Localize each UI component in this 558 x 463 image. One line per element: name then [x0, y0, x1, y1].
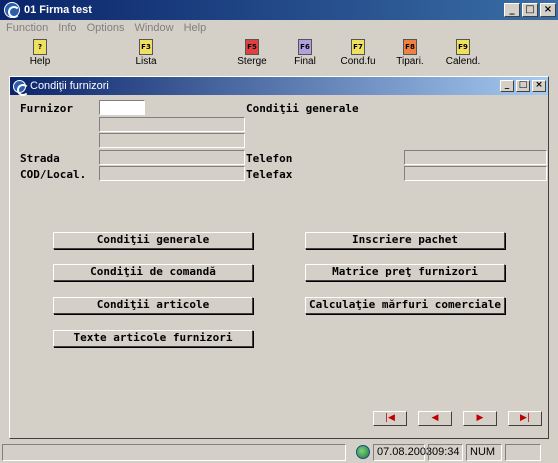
globe-icon	[356, 445, 370, 459]
child-titlebar: Condiţii furnizori _ □ ×	[10, 77, 548, 96]
furnizor-name-line2	[99, 133, 245, 148]
next-icon: ▶	[476, 413, 484, 423]
toolbar-lista-button[interactable]: F3 Lista	[120, 37, 172, 71]
f5-key-icon: F5	[245, 39, 259, 55]
help-icon: ?	[33, 39, 47, 55]
conditii-articole-button[interactable]: Condiţii articole	[53, 297, 253, 314]
last-icon: ▶|	[520, 413, 530, 423]
num-lock-indicator: NUM	[470, 446, 496, 458]
menu-help[interactable]: Help	[184, 22, 207, 34]
conditii-generale-button[interactable]: Condiţii generale	[53, 232, 253, 249]
f8-key-icon: F8	[403, 39, 417, 55]
toolbar-condfu-button[interactable]: F7 Cond.fu	[332, 37, 384, 71]
conditii-comanda-button[interactable]: Condiţii de comandă	[53, 264, 253, 281]
status-message	[2, 444, 346, 461]
status-time: 09:34	[428, 444, 463, 461]
toolbar-help-label: Help	[29, 56, 51, 67]
toolbar-sterge-label: Sterge	[237, 56, 267, 67]
toolbar-final-label: Final	[294, 56, 316, 67]
first-record-button[interactable]: |◀	[373, 411, 407, 426]
minimize-button[interactable]: _	[504, 3, 520, 17]
toolbar-tipari-label: Tipari.	[396, 56, 424, 67]
texte-articole-button[interactable]: Texte articole furnizori	[53, 330, 253, 347]
telefon-field	[404, 150, 547, 165]
conditii-generale-label: Condiţii generale	[246, 102, 359, 115]
toolbar-help-button[interactable]: ? Help	[14, 37, 66, 71]
child-minimize-button[interactable]: _	[500, 80, 514, 92]
statusbar: 07.08.2003 09:34 NUM	[0, 443, 558, 463]
cod-local-label: COD/Local.	[20, 168, 87, 181]
first-icon: |◀	[385, 413, 395, 423]
matrice-pret-button[interactable]: Matrice preţ furnizori	[305, 264, 505, 281]
calculatie-button[interactable]: Calculaţie mărfuri comerciale	[305, 297, 505, 314]
f3-key-icon: F3	[139, 39, 153, 55]
toolbar: ? Help F3 Lista F5 Sterge F6 Final F7 Co…	[0, 37, 558, 71]
toolbar-condfu-label: Cond.fu	[340, 56, 376, 67]
toolbar-final-button[interactable]: F6 Final	[279, 37, 331, 71]
toolbar-tipari-button[interactable]: F8 Tipari.	[384, 37, 436, 71]
conditii-furnizori-window: Condiţii furnizori _ □ × Furnizor Condiţ…	[9, 76, 549, 439]
status-date: 07.08.2003	[373, 444, 432, 461]
app-icon	[4, 2, 20, 18]
toolbar-calend-label: Calend.	[445, 56, 481, 67]
status-empty	[505, 444, 541, 461]
prev-icon: ◀	[431, 413, 439, 423]
telefax-field	[404, 166, 547, 181]
child-close-button[interactable]: ×	[532, 80, 546, 92]
cod-local-field	[99, 166, 245, 181]
close-button[interactable]: ×	[540, 3, 556, 17]
telefon-label: Telefon	[246, 152, 293, 165]
child-maximize-button[interactable]: □	[516, 80, 530, 92]
furnizor-label: Furnizor	[20, 102, 73, 115]
f7-key-icon: F7	[351, 39, 365, 55]
strada-label: Strada	[20, 152, 60, 165]
child-window-title: Condiţii furnizori	[30, 80, 109, 92]
status-num: NUM	[466, 444, 502, 461]
toolbar-calend-button[interactable]: F9 Calend.	[437, 37, 489, 71]
toolbar-lista-label: Lista	[135, 56, 157, 67]
telefax-label: Telefax	[246, 168, 293, 181]
next-record-button[interactable]: ▶	[463, 411, 497, 426]
menu-window[interactable]: Window	[134, 22, 173, 34]
main-titlebar: 01 Firma test _ □ ×	[0, 0, 558, 20]
last-record-button[interactable]: ▶|	[508, 411, 542, 426]
child-app-icon	[13, 79, 29, 96]
maximize-button[interactable]: □	[522, 3, 538, 17]
f9-key-icon: F9	[456, 39, 470, 55]
furnizor-input[interactable]	[99, 100, 145, 115]
furnizor-name-line1	[99, 117, 245, 132]
prev-record-button[interactable]: ◀	[418, 411, 452, 426]
strada-field	[99, 150, 245, 165]
window-title: 01 Firma test	[24, 4, 92, 16]
menu-info[interactable]: Info	[58, 22, 76, 34]
menubar: Function Info Options Window Help	[0, 20, 558, 36]
inscriere-pachet-button[interactable]: Inscriere pachet	[305, 232, 505, 249]
menu-function[interactable]: Function	[6, 22, 48, 34]
menu-options[interactable]: Options	[87, 22, 125, 34]
f6-key-icon: F6	[298, 39, 312, 55]
toolbar-sterge-button[interactable]: F5 Sterge	[226, 37, 278, 71]
